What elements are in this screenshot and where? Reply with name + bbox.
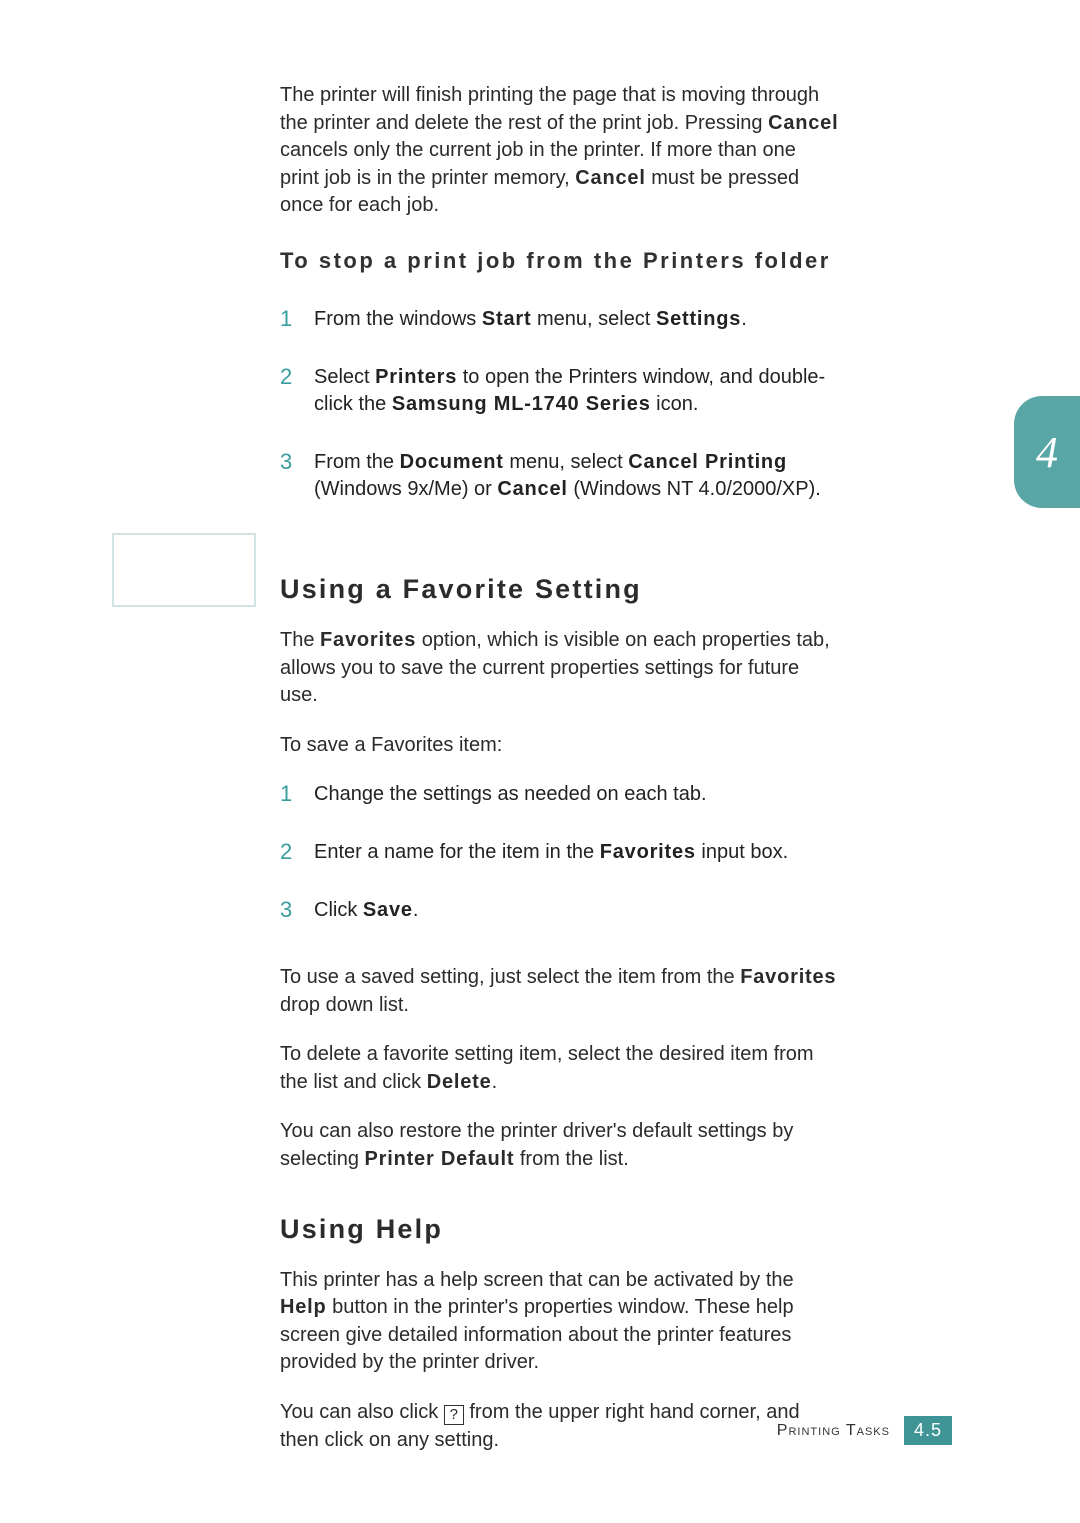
help-term: Help [280,1296,327,1318]
text: menu, select [504,451,629,473]
text: icon. [651,393,699,415]
favorites-term: Favorites [740,966,836,988]
fav-paragraph-4: To delete a favorite setting item, selec… [280,1041,840,1096]
delete-term: Delete [427,1071,492,1093]
step-item: From the windows Start menu, select Sett… [280,306,840,364]
fav-paragraph-1: The Favorites option, which is visible o… [280,627,840,710]
step-item: Enter a name for the item in the Favorit… [280,839,840,897]
step-item: Select Printers to open the Printers win… [280,364,840,449]
fav-paragraph-3: To use a saved setting, just select the … [280,964,840,1019]
text: . [741,308,747,330]
text: drop down list. [280,994,409,1016]
text: The [280,629,320,651]
text: From the windows [314,308,482,330]
printer-default-term: Printer Default [365,1148,515,1170]
text: The printer will finish printing the pag… [280,84,819,134]
text: Select [314,366,375,388]
cancel-term: Cancel [575,167,645,189]
step-item: From the Document menu, select Cancel Pr… [280,449,840,534]
text: button in the printer's properties windo… [280,1296,794,1373]
save-term: Save [363,899,413,921]
margin-placeholder-box [112,533,256,607]
text: (Windows NT 4.0/2000/XP). [568,478,821,500]
text: From the [314,451,400,473]
intro-paragraph: The printer will finish printing the pag… [280,82,840,220]
text: This printer has a help screen that can … [280,1269,794,1291]
steps-stop-print-job: From the windows Start menu, select Sett… [280,306,840,534]
page-content: The printer will finish printing the pag… [280,82,840,1476]
heading-using-help: Using Help [280,1214,840,1245]
text: (Windows 9x/Me) or [314,478,497,500]
model-term: Samsung ML-1740 Series [392,393,651,415]
text: Change the settings as needed on each ta… [314,783,707,805]
chapter-tab: 4 [1014,396,1080,508]
text: To use a saved setting, just select the … [280,966,740,988]
cancel-printing-term: Cancel Printing [628,451,787,473]
text: You can also click [280,1401,444,1423]
text: To delete a favorite setting item, selec… [280,1043,814,1093]
help-paragraph-2: You can also click ? from the upper righ… [280,1399,840,1454]
footer-page-number: 4.5 [904,1416,952,1445]
text: . [492,1071,498,1093]
text: input box. [696,841,788,863]
printers-term: Printers [375,366,457,388]
text: menu, select [531,308,656,330]
settings-term: Settings [656,308,741,330]
document-term: Document [400,451,504,473]
cancel-term: Cancel [497,478,567,500]
page-footer: Printing Tasks 4.5 [777,1416,952,1445]
favorites-term: Favorites [320,629,416,651]
text: Click [314,899,363,921]
cancel-term: Cancel [768,112,838,134]
favorites-term: Favorites [600,841,696,863]
question-mark-icon: ? [444,1405,464,1425]
heading-favorite-setting: Using a Favorite Setting [280,574,840,605]
step-item: Change the settings as needed on each ta… [280,781,840,839]
help-paragraph-1: This printer has a help screen that can … [280,1267,840,1377]
steps-save-favorite: Change the settings as needed on each ta… [280,781,840,954]
start-term: Start [482,308,532,330]
text: Enter a name for the item in the [314,841,600,863]
fav-paragraph-5: You can also restore the printer driver'… [280,1118,840,1173]
subheading-stop-print-job: To stop a print job from the Printers fo… [280,248,840,274]
text: . [413,899,419,921]
fav-paragraph-2: To save a Favorites item: [280,732,840,760]
step-item: Click Save. [280,897,840,955]
footer-section-label: Printing Tasks [777,1422,890,1440]
chapter-number: 4 [1036,427,1058,478]
text: from the list. [514,1148,628,1170]
